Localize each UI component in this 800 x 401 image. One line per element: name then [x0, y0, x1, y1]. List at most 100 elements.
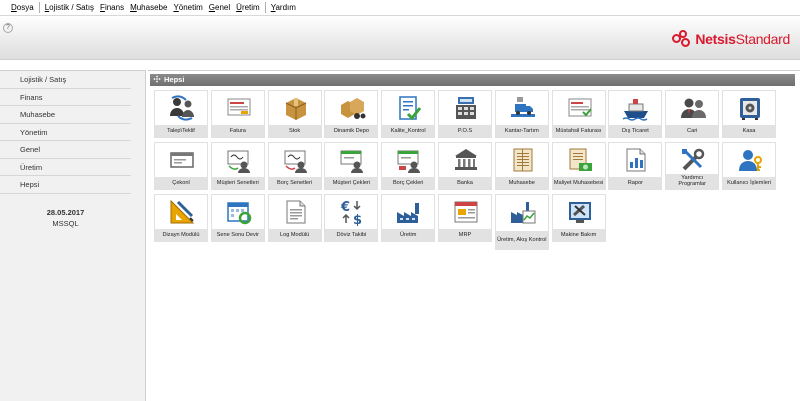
module-tile-fatura[interactable]: Fatura [210, 90, 265, 138]
main-panel: Hepsi Talep\Teklif Fatura Stok Dinamik Depo… [148, 70, 800, 401]
factory-icon [397, 203, 420, 223]
module-tile-üretim-akış-kontrol[interactable]: Üretim, Akış Kontrol [494, 194, 549, 250]
pos-register-icon [456, 97, 476, 119]
sidebar-item-uretim[interactable]: Üretim [0, 159, 131, 176]
sidebar-item-yonetim[interactable]: Yönetim [0, 124, 131, 141]
menu-yardim[interactable]: Yardım [268, 0, 299, 16]
sidebar-item-lojistik-satis[interactable]: Lojistik / Satış [0, 71, 131, 89]
cost-accounting-icon [569, 148, 592, 171]
module-tile-label: Stok [268, 125, 321, 137]
producer-invoice-icon [568, 98, 592, 117]
module-tile-muhasebe[interactable]: Muhasebe [494, 142, 549, 190]
safe-icon [740, 98, 760, 120]
menu-yonetim[interactable]: Yönetim [170, 0, 205, 16]
sidebar-item-finans[interactable]: Finans [0, 89, 131, 106]
module-tile-label: Banka [439, 177, 491, 189]
logo-text-bold: Netsis [695, 31, 736, 47]
module-tile-borç-çekleri[interactable]: Borç Çekleri [381, 142, 436, 190]
module-tile-log-modülü[interactable]: Log Modülü [267, 194, 322, 242]
header-gap [0, 61, 800, 70]
module-tile-makine-bakım[interactable]: Makine Bakım [551, 194, 606, 242]
sidebar-item-genel[interactable]: Genel [0, 141, 131, 159]
module-tile-kalite-kontrol[interactable]: Kalite_Kontrol [381, 90, 436, 138]
customer-checks-icon [340, 150, 364, 173]
debt-notes-icon [284, 150, 307, 173]
module-tile-müşteri-senetleri[interactable]: Müşteri Senetleri [210, 142, 265, 190]
module-tile-yardımcı-programlar[interactable]: Yardımcı Programlar [665, 142, 720, 190]
report-icon [626, 148, 646, 172]
menu-muhasebe[interactable]: Muhasebe [127, 0, 170, 16]
module-tile-üretim[interactable]: Üretim [381, 194, 436, 242]
module-tile-label: Borç Çekleri [382, 177, 435, 189]
database-type: MSSQL [52, 218, 79, 228]
menu-dosya[interactable]: Dosya [8, 0, 37, 16]
machine-maintenance-icon [568, 202, 591, 223]
module-tile-label: Muhasebe [495, 177, 548, 189]
menu-uretim[interactable]: Üretim [233, 0, 263, 16]
stock-box-icon [285, 98, 306, 120]
module-grid: Talep\Teklif Fatura Stok Dinamik Depo Kalite… [150, 86, 795, 401]
module-tile-label: Müşteri Senetleri [211, 177, 264, 189]
svg-text:$: $ [353, 213, 362, 226]
menu-genel[interactable]: Genel [206, 0, 233, 16]
module-tile-cari[interactable]: Cari [665, 90, 720, 138]
accounts-people-icon [681, 98, 707, 118]
customer-notes-icon [227, 150, 250, 173]
debt-checks-icon [397, 150, 421, 173]
menu-separator [38, 2, 40, 13]
help-button[interactable]: ? [3, 23, 13, 33]
module-tile-döviz-takibi[interactable]: € $ Döviz Takibi [324, 194, 379, 242]
module-tile-label: Makine Bakım [552, 229, 605, 241]
logo-text: NetsisStandard [695, 31, 790, 47]
module-tile-label: Üretim [382, 229, 435, 241]
module-tile-label: Yardımcı Programlar [666, 173, 719, 189]
module-tile-müşteri-çekleri[interactable]: Müşteri Çekleri [324, 142, 379, 190]
currency-exchange-icon: €$ [340, 200, 362, 226]
invoice-icon [227, 98, 251, 116]
module-tile-label: Kasa [723, 125, 775, 137]
module-tile-dizayn-modülü[interactable]: Dizayn Modülü [154, 194, 208, 242]
app-header: ? NetsisStandard [0, 16, 800, 60]
module-tile-banka[interactable]: Banka [438, 142, 492, 190]
weighbridge-icon [510, 97, 535, 117]
module-tile-label: Kantar-Tartım [495, 125, 548, 137]
module-tile-müstahsil-faturası[interactable]: Müstahsil Faturası [551, 90, 606, 138]
dynamic-warehouse-icon [341, 98, 366, 119]
netsis-logo: NetsisStandard [672, 28, 790, 50]
module-tile-kasa[interactable]: Kasa [722, 90, 776, 138]
module-tile-mrp[interactable]: MRP [438, 194, 492, 242]
panel-header: Hepsi [150, 74, 795, 86]
module-tile-p-o-s[interactable]: P.O.S [438, 90, 492, 138]
module-tile-label: Maliyet Muhasebesi [552, 177, 605, 189]
quality-control-icon [399, 96, 422, 121]
tools-icon [682, 148, 705, 171]
module-tile-borç-senetleri[interactable]: Borç Senetleri [267, 142, 322, 190]
module-tile-rapor[interactable]: Rapor [608, 142, 663, 190]
module-tile-label: MRP [439, 229, 491, 241]
logo-rings-icon [672, 30, 692, 48]
menu-bar: Dosya Lojistik / Satış Finans Muhasebe Y… [0, 0, 800, 16]
module-tile-label: Talep\Teklif [155, 125, 207, 137]
panel-title: Hepsi [164, 75, 185, 84]
check-icon [170, 152, 194, 168]
module-tile-kullanıcı-i-şlemleri[interactable]: Kullanıcı İşlemleri [722, 142, 776, 190]
menu-finans[interactable]: Finans [97, 0, 127, 16]
module-tile-dış-ticaret[interactable]: Dış Ticaret [608, 90, 663, 138]
module-tile-label: Dış Ticaret [609, 125, 662, 137]
module-tile-label: Cari [666, 125, 719, 137]
module-tile-stok[interactable]: Stok [267, 90, 322, 138]
menu-lojistik-satis[interactable]: Lojistik / Satış [42, 0, 97, 16]
log-document-icon [286, 200, 306, 224]
module-tile-sene-sonu-devir[interactable]: Sene Sonu Devir [210, 194, 265, 242]
sidebar-item-hepsi[interactable]: Hepsi [0, 176, 131, 194]
panel-grip-icon [153, 75, 161, 83]
module-tile-label: Rapor [609, 177, 662, 189]
module-tile-label: Üretim, Akış Kontrol [495, 231, 548, 249]
sidebar-item-muhasebe[interactable]: Muhasebe [0, 106, 131, 124]
module-tile-kantar-tartım[interactable]: Kantar-Tartım [494, 90, 549, 138]
module-tile-talep-teklif[interactable]: Talep\Teklif [154, 90, 208, 138]
module-tile-dinamik-depo[interactable]: Dinamik Depo [324, 90, 379, 138]
module-tile-maliyet-muhasebesi[interactable]: Maliyet Muhasebesi [551, 142, 606, 190]
request-offer-icon [170, 95, 194, 121]
module-tile-çekonl[interactable]: Çekonl [154, 142, 208, 190]
